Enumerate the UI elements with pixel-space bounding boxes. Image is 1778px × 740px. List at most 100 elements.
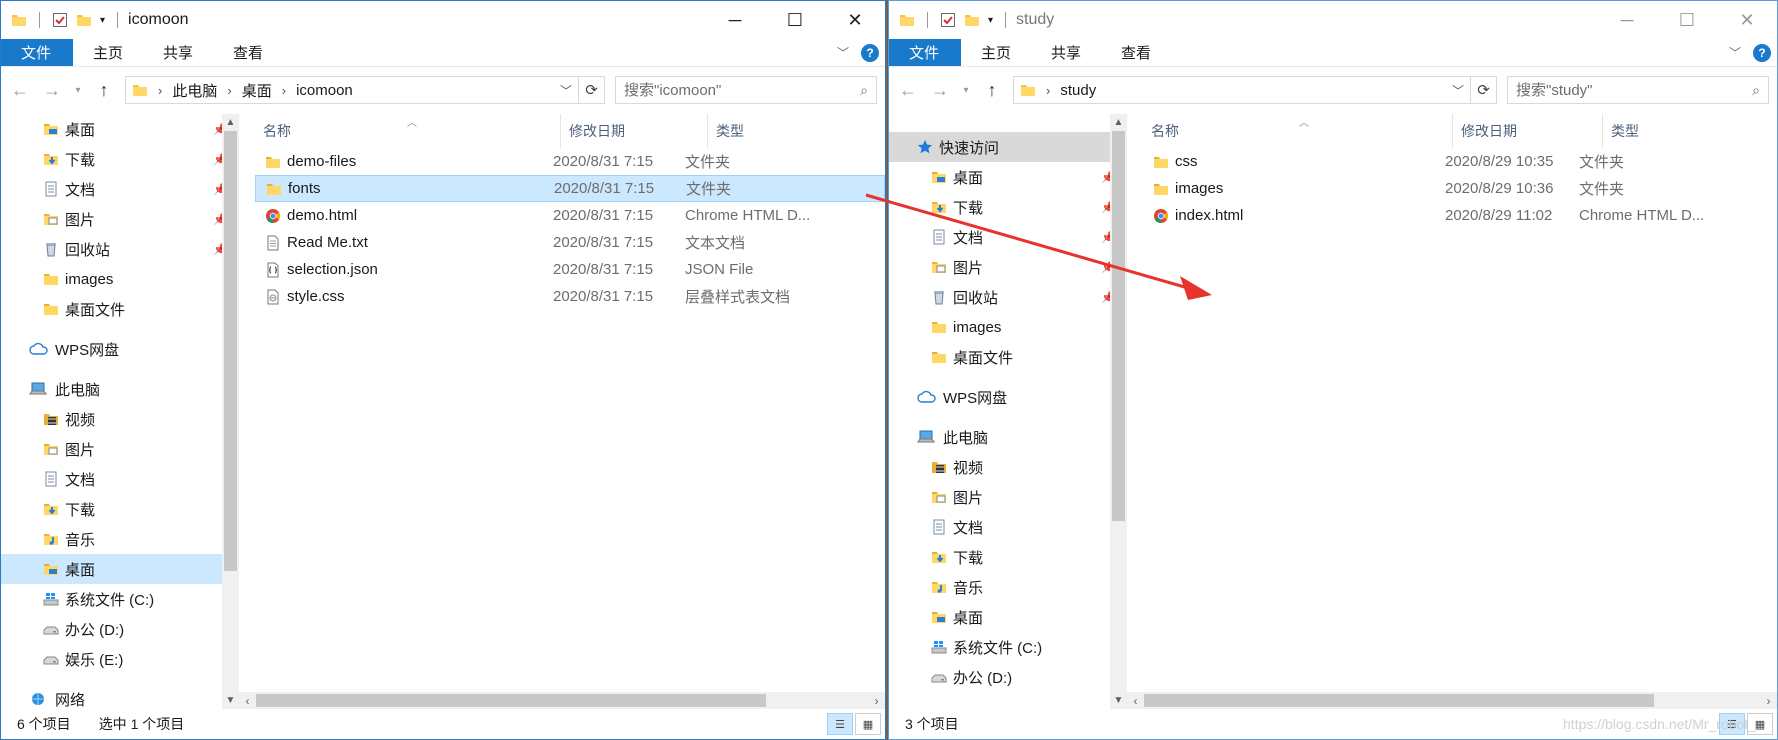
- file-row[interactable]: selection.json 2020/8/31 7:15 JSON File: [255, 256, 885, 283]
- file-row[interactable]: css 2020/8/29 10:35 文件夹: [1143, 148, 1777, 175]
- up-icon[interactable]: ↑: [93, 80, 115, 101]
- tab-view[interactable]: 查看: [213, 39, 283, 66]
- customize-toolbar-icon[interactable]: ▾: [100, 15, 105, 26]
- column-date[interactable]: 修改日期: [561, 114, 708, 148]
- forward-icon[interactable]: →: [41, 80, 63, 101]
- horizontal-scrollbar[interactable]: ‹ ›: [1127, 692, 1777, 709]
- sidebar-item[interactable]: 下载 📌: [889, 192, 1127, 222]
- scrollbar-thumb[interactable]: [256, 694, 766, 707]
- scroll-up-icon[interactable]: ▲: [222, 114, 239, 131]
- sidebar-item[interactable]: 桌面文件: [1, 294, 239, 324]
- sidebar-item[interactable]: 文档 📌: [889, 222, 1127, 252]
- refresh-button[interactable]: ⟳: [1471, 76, 1497, 104]
- sidebar-item[interactable]: 下载: [1, 494, 239, 524]
- sidebar-item[interactable]: 下载 📌: [1, 144, 239, 174]
- sidebar-item[interactable]: 系统文件 (C:): [1, 584, 239, 614]
- large-icons-view-icon[interactable]: ▦: [855, 713, 881, 735]
- close-button[interactable]: ✕: [825, 1, 885, 39]
- column-type[interactable]: 类型: [1603, 114, 1743, 148]
- sidebar-item[interactable]: 音乐: [1, 524, 239, 554]
- minimize-button[interactable]: ─: [705, 1, 765, 39]
- file-row[interactable]: images 2020/8/29 10:36 文件夹: [1143, 175, 1777, 202]
- column-name[interactable]: 名称: [239, 114, 561, 148]
- column-type[interactable]: 类型: [708, 114, 848, 148]
- breadcrumb-item[interactable]: 此电脑: [172, 80, 217, 101]
- forward-icon[interactable]: →: [929, 80, 951, 101]
- recent-locations-icon[interactable]: ▾: [961, 85, 971, 96]
- sidebar-item[interactable]: 文档: [889, 512, 1127, 542]
- sidebar-item[interactable]: 桌面 📌: [1, 114, 239, 144]
- nav-scrollbar[interactable]: ▲ ▼: [222, 114, 239, 709]
- search-icon[interactable]: ⌕: [860, 82, 868, 99]
- tab-file[interactable]: 文件: [1, 39, 74, 66]
- file-row[interactable]: Read Me.txt 2020/8/31 7:15 文本文档: [255, 229, 885, 256]
- scroll-right-icon[interactable]: ›: [1760, 692, 1777, 709]
- scroll-up-icon[interactable]: ▲: [1110, 114, 1127, 131]
- expand-ribbon-icon[interactable]: ﹀: [837, 44, 849, 61]
- address-bar[interactable]: › study ﹀: [1013, 76, 1471, 104]
- sidebar-item[interactable]: 娱乐 (E:): [1, 644, 239, 674]
- sidebar-item[interactable]: 图片: [889, 482, 1127, 512]
- file-row[interactable]: index.html 2020/8/29 11:02 Chrome HTML D..…: [1143, 202, 1777, 229]
- file-row[interactable]: demo-files 2020/8/31 7:15 文件夹: [255, 148, 885, 175]
- help-icon[interactable]: ?: [1753, 43, 1771, 62]
- sidebar-item[interactable]: WPS网盘: [1, 334, 239, 364]
- tab-view[interactable]: 查看: [1101, 39, 1171, 66]
- sidebar-item[interactable]: 音乐: [889, 572, 1127, 602]
- sidebar-item[interactable]: 视频: [1, 404, 239, 434]
- horizontal-scrollbar[interactable]: ‹ ›: [239, 692, 885, 709]
- file-row[interactable]: demo.html 2020/8/31 7:15 Chrome HTML D...: [255, 202, 885, 229]
- chevron-down-icon[interactable]: ﹀: [560, 82, 572, 99]
- column-name[interactable]: 名称: [1127, 114, 1453, 148]
- expand-ribbon-icon[interactable]: ﹀: [1729, 44, 1741, 61]
- up-icon[interactable]: ↑: [981, 80, 1003, 101]
- sidebar-item[interactable]: 桌面文件: [889, 342, 1127, 372]
- sidebar-item[interactable]: 此电脑: [1, 374, 239, 404]
- scrollbar-thumb[interactable]: [1144, 694, 1654, 707]
- sidebar-item[interactable]: 桌面: [889, 602, 1127, 632]
- sidebar-item[interactable]: images: [1, 264, 239, 294]
- details-view-icon[interactable]: ☰: [827, 713, 853, 735]
- sidebar-item[interactable]: 回收站 📌: [1, 234, 239, 264]
- search-icon[interactable]: ⌕: [1752, 82, 1760, 99]
- address-bar[interactable]: › 此电脑 › 桌面 › icomoon ﹀: [125, 76, 579, 104]
- sidebar-item[interactable]: 下载: [889, 542, 1127, 572]
- sidebar-item[interactable]: 办公 (D:): [889, 662, 1127, 692]
- sidebar-item[interactable]: 办公 (D:): [1, 614, 239, 644]
- sidebar-item[interactable]: 网络: [1, 684, 239, 709]
- sidebar-item[interactable]: 此电脑: [889, 422, 1127, 452]
- scroll-down-icon[interactable]: ▼: [222, 692, 239, 709]
- help-icon[interactable]: ?: [861, 43, 879, 62]
- refresh-button[interactable]: ⟳: [579, 76, 605, 104]
- properties-icon[interactable]: [940, 12, 956, 28]
- close-button[interactable]: ✕: [1717, 1, 1777, 39]
- maximize-button[interactable]: ☐: [1657, 1, 1717, 39]
- scrollbar-thumb[interactable]: [224, 131, 237, 571]
- tab-share[interactable]: 共享: [1031, 39, 1101, 66]
- new-folder-icon[interactable]: [76, 12, 92, 28]
- sidebar-item[interactable]: 文档: [1, 464, 239, 494]
- sidebar-item[interactable]: 视频: [889, 452, 1127, 482]
- chevron-down-icon[interactable]: ﹀: [1452, 82, 1464, 99]
- sidebar-item[interactable]: 快速访问: [889, 132, 1127, 162]
- scrollbar-thumb[interactable]: [1112, 131, 1125, 521]
- sidebar-item[interactable]: WPS网盘: [889, 382, 1127, 412]
- properties-icon[interactable]: [52, 12, 68, 28]
- sidebar-item[interactable]: images: [889, 312, 1127, 342]
- breadcrumb-item[interactable]: icomoon: [296, 82, 353, 99]
- sidebar-item[interactable]: 图片 📌: [1, 204, 239, 234]
- minimize-button[interactable]: ─: [1597, 1, 1657, 39]
- recent-locations-icon[interactable]: ▾: [73, 85, 83, 96]
- search-input[interactable]: [1516, 81, 1753, 99]
- scroll-down-icon[interactable]: ▼: [1110, 692, 1127, 709]
- sidebar-item[interactable]: 系统文件 (C:): [889, 632, 1127, 662]
- maximize-button[interactable]: ☐: [765, 1, 825, 39]
- breadcrumb-item[interactable]: study: [1060, 82, 1096, 99]
- nav-scrollbar[interactable]: ▲ ▼: [1110, 114, 1127, 709]
- back-icon[interactable]: ←: [9, 80, 31, 101]
- scroll-right-icon[interactable]: ›: [868, 692, 885, 709]
- back-icon[interactable]: ←: [897, 80, 919, 101]
- tab-home[interactable]: 主页: [73, 39, 143, 66]
- file-row[interactable]: style.css 2020/8/31 7:15 层叠样式表文档: [255, 283, 885, 310]
- customize-toolbar-icon[interactable]: ▾: [988, 15, 993, 26]
